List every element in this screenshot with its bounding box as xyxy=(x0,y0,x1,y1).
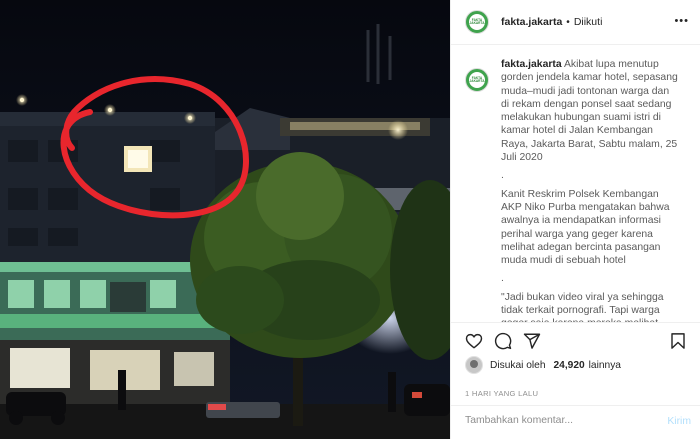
caption-area: FAKTA JAKARTA fakta.jakarta Akibat lupa … xyxy=(451,58,700,322)
caption-paragraph: "Jadi bukan video viral ya sehingga tida… xyxy=(501,291,664,322)
post-side-panel: FAKTA JAKARTA fakta.jakarta • Diikuti ••… xyxy=(450,0,700,439)
action-icons-row xyxy=(465,332,687,352)
post-actions: Disukai oleh 24,920 lainnya 1 HARI YANG … xyxy=(451,322,700,439)
post-photo[interactable] xyxy=(0,0,450,439)
instagram-post: FAKTA JAKARTA fakta.jakarta • Diikuti ••… xyxy=(0,0,700,439)
comment-icon[interactable] xyxy=(494,332,512,350)
caption-avatar[interactable]: FAKTA JAKARTA xyxy=(465,68,489,92)
post-timestamp[interactable]: 1 HARI YANG LALU xyxy=(465,389,538,398)
account-username[interactable]: fakta.jakarta xyxy=(501,16,562,28)
post-header: FAKTA JAKARTA fakta.jakarta • Diikuti ••… xyxy=(451,0,700,45)
bookmark-icon[interactable] xyxy=(669,332,687,350)
caption-paragraph: . xyxy=(501,273,504,285)
liker-avatar[interactable] xyxy=(465,356,483,374)
post-comment-button[interactable]: Kirim xyxy=(667,416,691,427)
more-options-icon[interactable]: ••• xyxy=(674,15,689,27)
comment-box: Kirim xyxy=(451,405,700,439)
likes-label: Disukai oleh xyxy=(490,359,546,371)
avatar-logo-text: FAKTA JAKARTA xyxy=(469,75,485,83)
follow-separator: • xyxy=(566,16,570,28)
comment-input[interactable] xyxy=(465,415,645,426)
avatar-logo-text: FAKTA JAKARTA xyxy=(469,17,485,25)
follow-status-button[interactable]: Diikuti xyxy=(574,16,603,28)
night-hotel-photo xyxy=(0,0,450,439)
likes-count[interactable]: 24,920 xyxy=(554,360,585,371)
caption-text: fakta.jakarta Akibat lupa menutup gorden… xyxy=(501,58,679,322)
caption-paragraph: . xyxy=(501,170,504,182)
caption-paragraph: Akibat lupa menutup gorden jendela kamar… xyxy=(501,59,678,164)
caption-username[interactable]: fakta.jakarta xyxy=(501,59,562,70)
account-avatar[interactable]: FAKTA JAKARTA xyxy=(465,10,489,34)
likes-row: Disukai oleh 24,920 lainnya xyxy=(465,356,621,374)
likes-suffix[interactable]: lainnya xyxy=(589,360,621,371)
heart-icon[interactable] xyxy=(465,332,483,350)
send-icon[interactable] xyxy=(523,332,541,350)
caption-paragraph: Kanit Reskrim Polsek Kembangan AKP Niko … xyxy=(501,188,670,267)
